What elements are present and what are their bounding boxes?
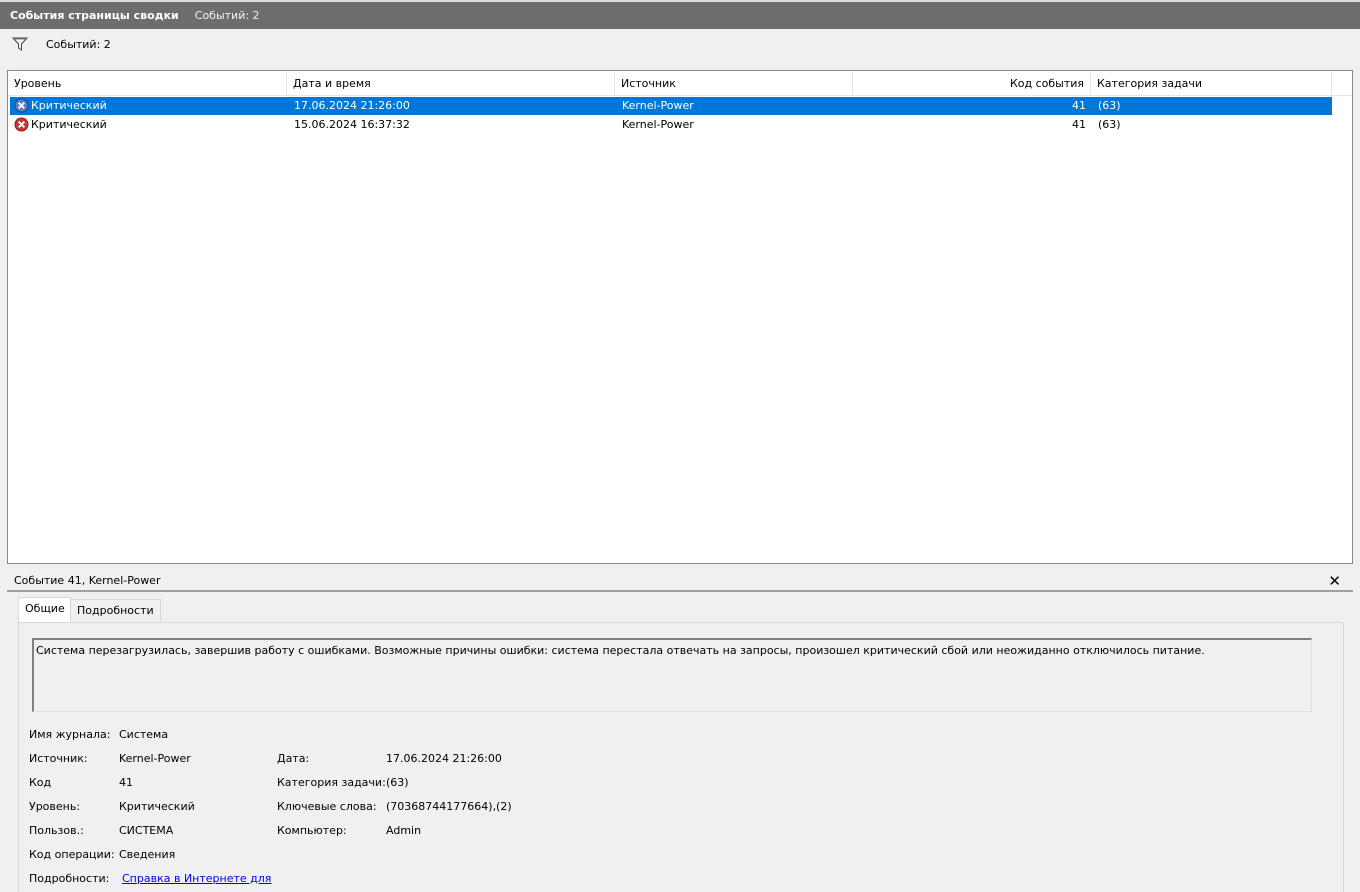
row-datetime: 15.06.2024 16:37:32 bbox=[294, 118, 410, 131]
field-level-label: Уровень: bbox=[29, 800, 81, 813]
tab-details[interactable]: Подробности bbox=[70, 599, 161, 623]
row-event-code: 41 bbox=[1072, 118, 1086, 131]
column-header-level[interactable]: Уровень bbox=[8, 72, 287, 96]
table-row[interactable]: Критический 17.06.2024 21:26:00 Kernel-P… bbox=[10, 97, 1332, 115]
field-user-label: Пользов.: bbox=[29, 824, 84, 837]
field-computer-value: Admin bbox=[386, 824, 422, 837]
list-header: Уровень Дата и время Источник Код событи… bbox=[8, 72, 1352, 96]
column-header-task-category[interactable]: Категория задачи bbox=[1091, 72, 1332, 96]
event-description[interactable]: Система перезагрузилась, завершив работу… bbox=[32, 638, 1312, 712]
detail-body: Система перезагрузилась, завершив работу… bbox=[18, 622, 1344, 892]
field-user-value: СИСТЕМА bbox=[119, 824, 174, 837]
field-task-category-label: Категория задачи: bbox=[277, 776, 386, 789]
panel-title: События страницы сводки bbox=[10, 9, 179, 22]
field-opcode-label: Код операции: bbox=[29, 848, 115, 861]
filter-event-count: Событий: 2 bbox=[46, 37, 111, 51]
row-source: Kernel-Power bbox=[622, 118, 694, 131]
filter-icon[interactable] bbox=[12, 36, 28, 52]
detail-header: Событие 41, Kernel-Power ✕ bbox=[7, 570, 1353, 592]
close-icon[interactable]: ✕ bbox=[1328, 572, 1341, 590]
tab-general[interactable]: Общие bbox=[18, 597, 72, 623]
field-task-category-value: (63) bbox=[386, 776, 409, 789]
column-header-datetime[interactable]: Дата и время bbox=[287, 72, 615, 96]
row-level: Критический bbox=[31, 118, 107, 131]
row-task-category: (63) bbox=[1098, 118, 1121, 131]
field-log-name-value: Система bbox=[119, 728, 169, 741]
panel-event-count: Событий: 2 bbox=[194, 9, 260, 22]
event-list[interactable]: Уровень Дата и время Источник Код событи… bbox=[7, 70, 1353, 564]
row-level: Критический bbox=[31, 99, 107, 112]
critical-error-icon bbox=[14, 98, 29, 113]
more-info-link[interactable]: Справка в Интернете для bbox=[122, 871, 271, 887]
row-event-code: 41 bbox=[1072, 99, 1086, 112]
detail-title: Событие 41, Kernel-Power bbox=[14, 573, 161, 587]
field-date-label: Дата: bbox=[277, 752, 310, 765]
field-more-info-label: Подробности: bbox=[29, 872, 110, 885]
field-date-value: 17.06.2024 21:26:00 bbox=[386, 752, 502, 765]
field-keywords-label: Ключевые слова: bbox=[277, 800, 377, 813]
field-opcode-value: Сведения bbox=[119, 848, 176, 861]
table-row[interactable]: Критический 15.06.2024 16:37:32 Kernel-P… bbox=[10, 116, 1332, 134]
field-source-value: Kernel-Power bbox=[119, 752, 191, 765]
panel-title-bar: События страницы сводки Событий: 2 bbox=[0, 0, 1360, 29]
row-source: Kernel-Power bbox=[622, 99, 694, 112]
field-source-label: Источник: bbox=[29, 752, 88, 765]
column-header-event-code[interactable]: Код события bbox=[853, 72, 1091, 96]
row-task-category: (63) bbox=[1098, 99, 1121, 112]
field-keywords-value: (70368744177664),(2) bbox=[386, 800, 512, 813]
field-level-value: Критический bbox=[119, 800, 195, 813]
row-datetime: 17.06.2024 21:26:00 bbox=[294, 99, 410, 112]
column-header-source[interactable]: Источник bbox=[615, 72, 853, 96]
critical-error-icon bbox=[14, 117, 29, 132]
field-code-value: 41 bbox=[119, 776, 133, 789]
filter-row: Событий: 2 bbox=[8, 33, 1348, 55]
field-log-name-label: Имя журнала: bbox=[29, 728, 111, 741]
field-computer-label: Компьютер: bbox=[277, 824, 347, 837]
field-code-label: Код bbox=[29, 776, 52, 789]
